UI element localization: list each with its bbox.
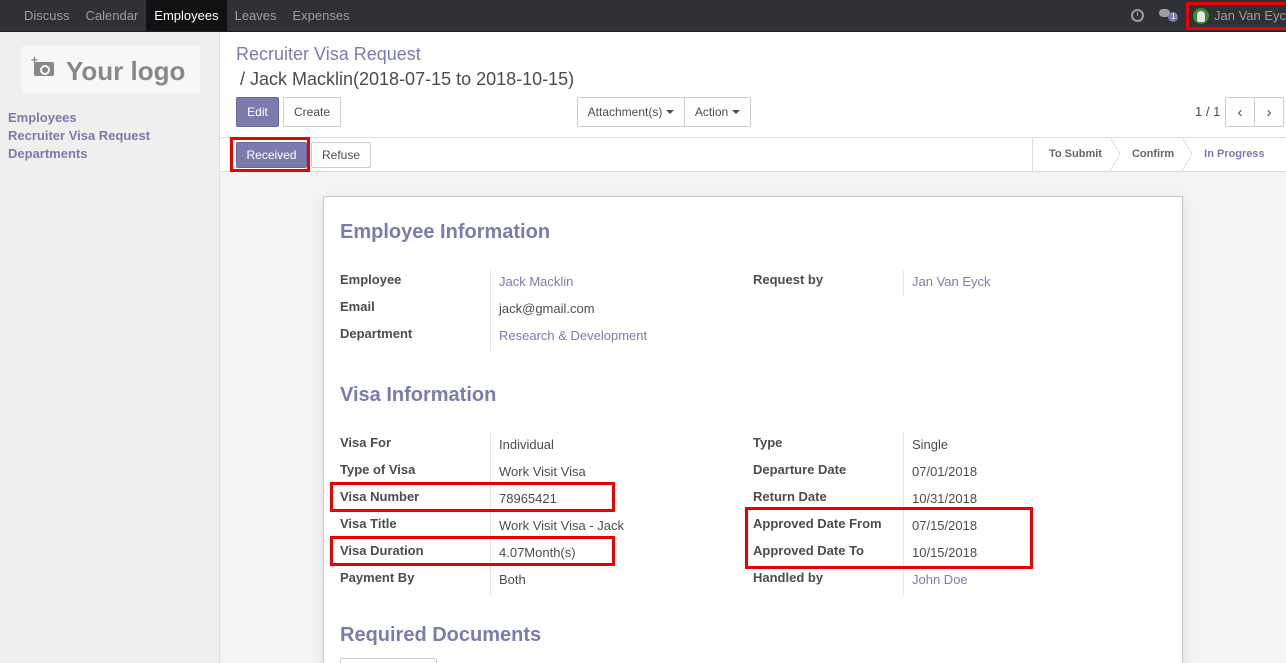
- field-separator: [903, 270, 904, 297]
- handled-by-label: Handled by: [753, 570, 824, 585]
- sidebar-item-recruiter-visa-request[interactable]: Recruiter Visa Request: [8, 127, 150, 145]
- visa-duration-highlight: [330, 536, 615, 566]
- stage-indicator: To Submit Confirm In Progress: [1032, 137, 1279, 172]
- handled-by-value[interactable]: John Doe: [912, 572, 968, 587]
- departure-date-label: Departure Date: [753, 462, 847, 477]
- payment-by-value: Both: [499, 572, 526, 587]
- attachments-label: Attachment(s): [587, 105, 663, 119]
- email-label: Email: [340, 299, 375, 314]
- edit-button[interactable]: Edit: [236, 97, 279, 127]
- user-menu[interactable]: Jan Van Eyck: [1214, 8, 1286, 23]
- visa-for-label: Visa For: [340, 435, 392, 450]
- type-of-visa-label: Type of Visa: [340, 462, 416, 477]
- type-label: Type: [753, 435, 783, 450]
- payment-by-label: Payment By: [340, 570, 415, 585]
- department-label: Department: [340, 326, 413, 341]
- breadcrumb-parent[interactable]: Recruiter Visa Request: [236, 44, 421, 65]
- visa-info-heading: Visa Information: [340, 384, 497, 406]
- request-by-label: Request by: [753, 272, 824, 287]
- camera-icon: [34, 62, 54, 76]
- menu-expenses[interactable]: Expenses: [285, 0, 358, 31]
- visa-number-highlight: [330, 482, 615, 512]
- type-of-visa-value: Work Visit Visa: [499, 464, 586, 479]
- approved-dates-highlight: [745, 507, 1033, 569]
- menu-discuss[interactable]: Discuss: [16, 0, 78, 31]
- chevron-right-icon: ›: [1266, 103, 1272, 121]
- field-separator: [490, 270, 491, 351]
- company-logo: + Your logo: [22, 46, 200, 94]
- stage-confirm[interactable]: Confirm: [1116, 137, 1193, 172]
- breadcrumb-current: / Jack Macklin(2018-07-15 to 2018-10-15): [240, 69, 575, 89]
- menu-leaves[interactable]: Leaves: [227, 0, 285, 31]
- attachments-dropdown[interactable]: Attachment(s): [577, 97, 685, 127]
- sidebar-item-employees[interactable]: Employees: [8, 109, 150, 127]
- stage-in-progress[interactable]: In Progress: [1188, 137, 1279, 172]
- visa-title-value: Work Visit Visa - Jack: [499, 518, 624, 533]
- employee-label: Employee: [340, 272, 402, 287]
- logo-text: Your logo: [66, 56, 186, 86]
- app-menu: Discuss Calendar Employees Leaves Expens…: [16, 0, 358, 31]
- return-date-label: Return Date: [753, 489, 827, 504]
- pager-previous-button[interactable]: ‹: [1225, 97, 1255, 127]
- pager-next-button[interactable]: ›: [1254, 97, 1284, 127]
- visa-title-label: Visa Title: [340, 516, 397, 531]
- return-date-value: 10/31/2018: [912, 491, 978, 506]
- email-value: jack@gmail.com: [499, 301, 595, 316]
- documents-field[interactable]: [340, 658, 437, 663]
- sidebar-nav: Employees Recruiter Visa Request Departm…: [8, 109, 150, 163]
- action-label: Action: [694, 105, 729, 119]
- sidebar-item-departments[interactable]: Departments: [8, 145, 150, 163]
- stage-label: Confirm: [1131, 148, 1175, 160]
- left-sidebar: + Your logo Employees Recruiter Visa Req…: [0, 32, 220, 663]
- stage-to-submit[interactable]: To Submit: [1033, 137, 1121, 172]
- field-separator: [490, 433, 491, 595]
- action-dropdown[interactable]: Action: [684, 97, 751, 127]
- user-avatar-icon[interactable]: [1193, 8, 1209, 24]
- visa-for-value: Individual: [499, 437, 554, 452]
- chevron-left-icon: ‹: [1237, 103, 1243, 121]
- menu-calendar[interactable]: Calendar: [78, 0, 147, 31]
- employee-value[interactable]: Jack Macklin: [499, 274, 573, 289]
- messages-icon[interactable]: 1: [1159, 9, 1179, 22]
- employee-info-heading: Employee Information: [340, 221, 551, 243]
- stage-label: In Progress: [1204, 148, 1265, 160]
- form-sheet: [323, 196, 1183, 663]
- caret-down-icon: [732, 110, 741, 114]
- refuse-button[interactable]: Refuse: [311, 142, 371, 168]
- top-navbar: Discuss Calendar Employees Leaves Expens…: [0, 0, 1286, 32]
- pager-value[interactable]: 1 / 1: [1195, 104, 1220, 119]
- type-value: Single: [912, 437, 949, 452]
- departure-date-value: 07/01/2018: [912, 464, 978, 479]
- received-highlight: [230, 137, 310, 172]
- required-documents-heading: Required Documents: [340, 624, 542, 646]
- request-by-value[interactable]: Jan Van Eyck: [912, 274, 991, 289]
- activity-clock-icon[interactable]: [1131, 9, 1144, 22]
- caret-down-icon: [666, 110, 675, 114]
- stage-label: To Submit: [1049, 148, 1102, 160]
- menu-employees[interactable]: Employees: [146, 0, 227, 31]
- department-value[interactable]: Research & Development: [499, 328, 647, 343]
- create-button[interactable]: Create: [283, 97, 341, 127]
